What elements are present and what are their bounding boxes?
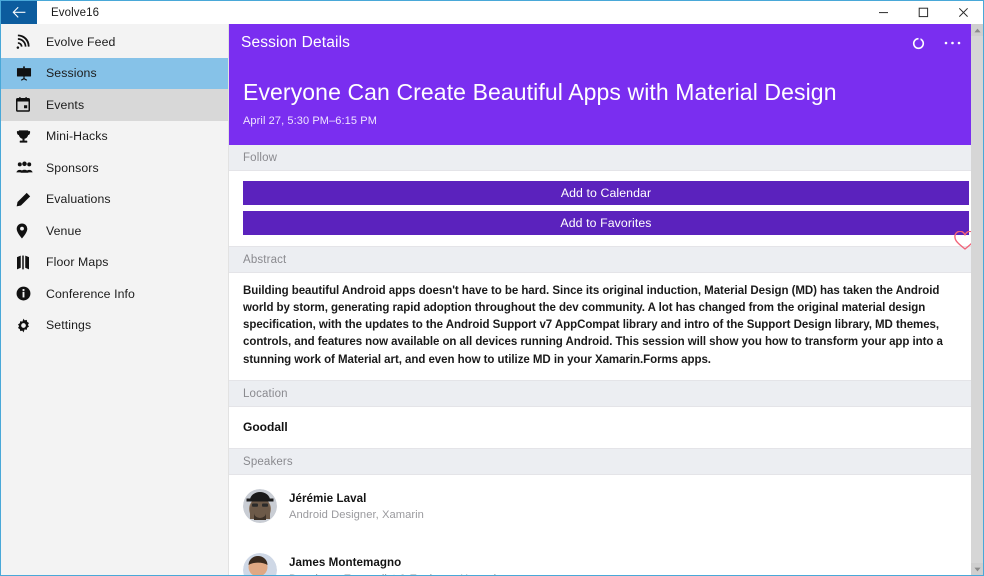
app-window: Evolve16 Evolve Feed Sessions Events Min… xyxy=(0,0,984,576)
sidebar-item-label: Settings xyxy=(46,318,92,333)
speaker-info: James Montemagno Developer Evangelist & … xyxy=(289,556,502,575)
session-scroll-area: Follow Add to Calendar Add to Favorites … xyxy=(229,145,983,575)
close-button[interactable] xyxy=(943,1,983,24)
add-to-calendar-button[interactable]: Add to Calendar xyxy=(243,181,969,206)
ellipsis-icon[interactable] xyxy=(935,28,969,58)
sidebar-item-label: Venue xyxy=(46,223,82,238)
maximize-button[interactable] xyxy=(903,1,943,24)
session-header-main: Everyone Can Create Beautiful Apps with … xyxy=(229,62,983,145)
folded-map-icon xyxy=(16,255,46,270)
list-item[interactable]: Jérémie Laval Android Designer, Xamarin xyxy=(243,481,969,533)
sidebar-item-mini-hacks[interactable]: Mini-Hacks xyxy=(1,121,228,153)
sidebar-item-evaluations[interactable]: Evaluations xyxy=(1,184,228,216)
calendar-icon xyxy=(16,97,46,113)
session-header-bar: Session Details xyxy=(229,24,983,62)
follow-section-label: Follow xyxy=(229,145,983,171)
speakers-section-label: Speakers xyxy=(229,448,983,474)
sidebar-item-evolve-feed[interactable]: Evolve Feed xyxy=(1,26,228,58)
speaker-role: Android Designer, Xamarin xyxy=(289,508,424,521)
sidebar-item-events[interactable]: Events xyxy=(1,89,228,121)
session-header: Session Details Everyone Can Create Beau… xyxy=(229,24,983,146)
abstract-text: Building beautiful Android apps doesn't … xyxy=(243,285,943,366)
sidebar-item-label: Conference Info xyxy=(46,286,136,301)
speaker-name: James Montemagno xyxy=(289,555,402,569)
info-circle-icon xyxy=(16,286,46,301)
sidebar-item-label: Evaluations xyxy=(46,192,111,207)
presentation-icon xyxy=(16,66,46,81)
sidebar-item-label: Sponsors xyxy=(46,160,99,175)
list-item[interactable]: James Montemagno Developer Evangelist & … xyxy=(243,545,969,575)
sidebar-item-venue[interactable]: Venue xyxy=(1,215,228,247)
location-card: Goodall xyxy=(229,405,983,449)
speaker-role: Developer Evangelist & Engineer, Xamarin xyxy=(289,573,502,575)
sidebar-item-sponsors[interactable]: Sponsors xyxy=(1,152,228,184)
sidebar-item-sessions[interactable]: Sessions xyxy=(1,57,228,89)
gear-icon xyxy=(16,318,46,333)
sidebar-item-label: Sessions xyxy=(46,66,97,81)
scrollbar-thumb[interactable] xyxy=(971,36,983,336)
speaker-name: Jérémie Laval xyxy=(289,491,367,505)
refresh-circle-icon[interactable] xyxy=(901,28,935,58)
title-bar: Evolve16 xyxy=(1,1,983,24)
session-time: April 27, 5:30 PM–6:15 PM xyxy=(243,115,377,128)
sidebar-item-floor-maps[interactable]: Floor Maps xyxy=(1,247,228,279)
pencil-icon xyxy=(16,192,46,207)
sidebar-item-label: Events xyxy=(46,97,85,112)
content-pane: Session Details Everyone Can Create Beau… xyxy=(229,24,983,575)
add-to-favorites-button[interactable]: Add to Favorites xyxy=(243,211,969,236)
avatar xyxy=(243,489,277,524)
abstract-section-label: Abstract xyxy=(229,247,983,273)
location-name: Goodall xyxy=(243,419,288,434)
vertical-scrollbar[interactable] xyxy=(971,24,983,575)
sidebar-item-label: Floor Maps xyxy=(46,255,109,270)
minimize-button[interactable] xyxy=(863,1,903,24)
sidebar-item-label: Mini-Hacks xyxy=(46,129,108,144)
sidebar-item-settings[interactable]: Settings xyxy=(1,310,228,342)
scroll-up-arrow[interactable] xyxy=(971,24,983,36)
back-button[interactable] xyxy=(1,1,37,24)
speaker-info: Jérémie Laval Android Designer, Xamarin xyxy=(289,492,424,521)
sidebar-item-conference-info[interactable]: Conference Info xyxy=(1,278,228,310)
scroll-down-arrow[interactable] xyxy=(971,563,983,575)
map-pin-icon xyxy=(16,223,46,239)
speakers-card: Jérémie Laval Android Designer, Xamarin xyxy=(229,473,983,575)
sidebar-item-label: Evolve Feed xyxy=(46,34,116,49)
people-group-icon xyxy=(16,161,46,174)
follow-card: Add to Calendar Add to Favorites xyxy=(229,170,983,248)
page-title: Session Details xyxy=(241,34,351,51)
session-title: Everyone Can Create Beautiful Apps with … xyxy=(243,79,837,105)
avatar xyxy=(243,553,277,575)
app-title: Evolve16 xyxy=(51,6,100,19)
trophy-icon xyxy=(16,129,46,144)
location-section-label: Location xyxy=(229,380,983,406)
sidebar-nav: Evolve Feed Sessions Events Mini-Hacks S… xyxy=(1,24,229,575)
rss-feed-icon xyxy=(16,34,46,50)
window-controls xyxy=(863,1,983,24)
abstract-card: Building beautiful Android apps doesn't … xyxy=(229,272,983,381)
window-body: Evolve Feed Sessions Events Mini-Hacks S… xyxy=(1,24,983,575)
